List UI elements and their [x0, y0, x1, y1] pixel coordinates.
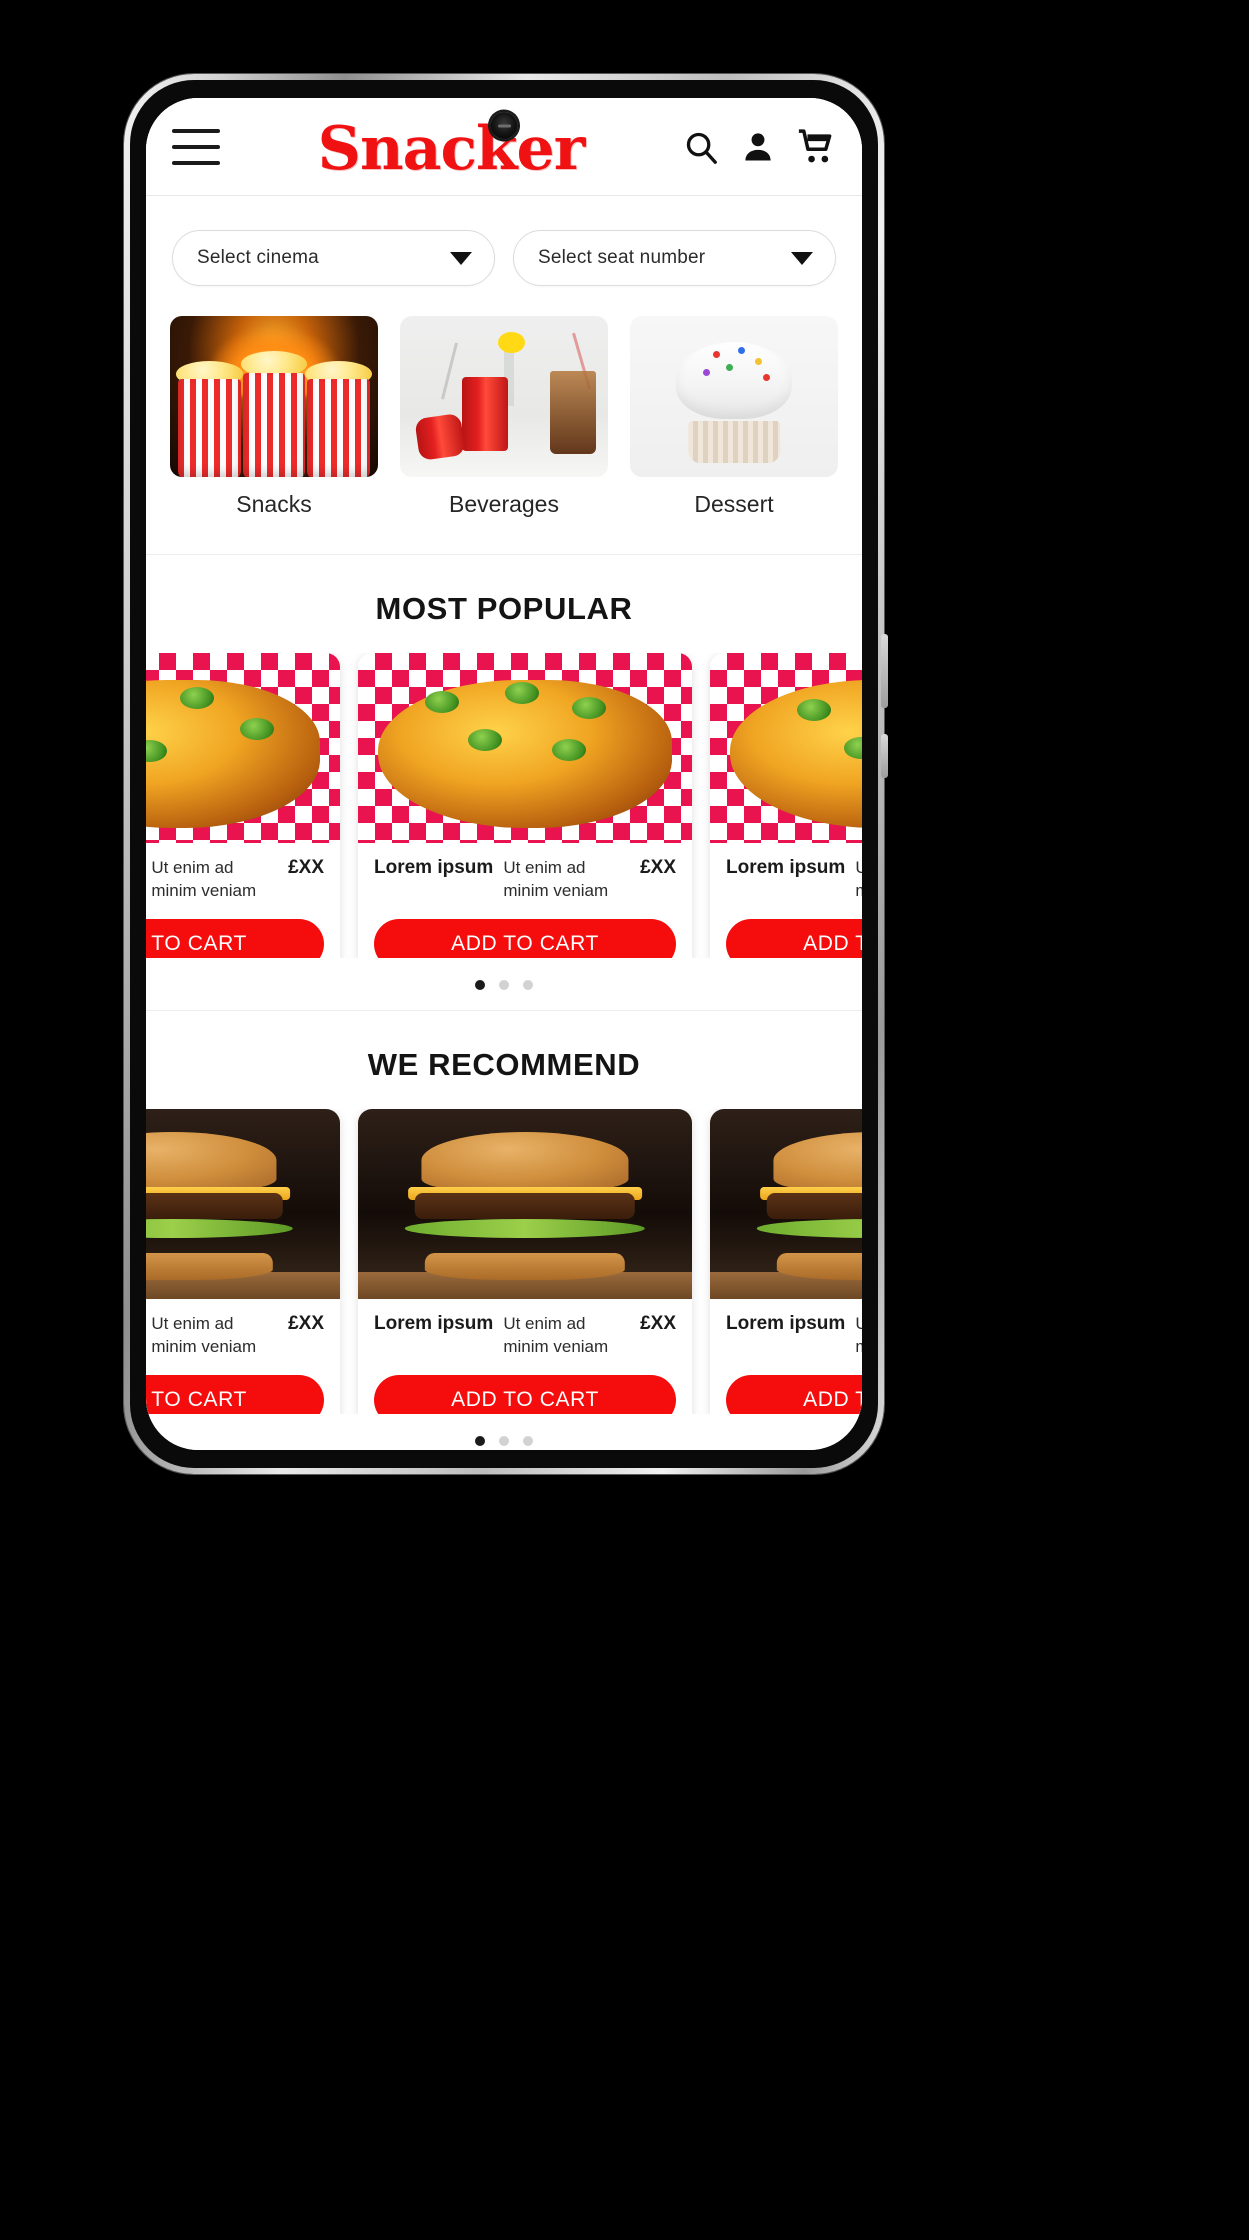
beverages-image	[400, 316, 608, 477]
pagination-dot[interactable]	[523, 980, 533, 990]
cupcake-image	[630, 316, 838, 477]
phone-frame: Snacker Select cinema Select seat number…	[124, 74, 888, 1474]
nachos-image	[710, 653, 862, 843]
chevron-down-icon	[791, 251, 813, 265]
product-description: Ut enim ad minim veniam	[151, 858, 257, 900]
product-card[interactable]: Lorem ipsum Ut enim ad minim veniam £XX …	[710, 1109, 862, 1414]
filter-row: Select cinema Select seat number	[146, 196, 862, 316]
phone-screen: Snacker Select cinema Select seat number…	[146, 98, 862, 1450]
front-camera-icon	[490, 112, 518, 139]
pagination-dot[interactable]	[499, 980, 509, 990]
carousel-pagination	[146, 1414, 862, 1450]
burger-image	[358, 1109, 692, 1299]
brand-logo[interactable]: Snacker	[220, 119, 682, 179]
hamburger-menu-icon[interactable]	[172, 128, 220, 165]
burger-image	[146, 1109, 340, 1299]
product-description: Ut enim ad minim veniam	[855, 858, 862, 900]
phone-bezel: Snacker Select cinema Select seat number…	[130, 80, 878, 1468]
pagination-dot[interactable]	[523, 1436, 533, 1446]
select-seat-number-dropdown[interactable]: Select seat number	[513, 230, 836, 286]
product-card-body: Lorem ipsum Ut enim ad minim veniam £XX	[146, 1299, 340, 1359]
person-icon[interactable]	[740, 129, 776, 165]
product-card[interactable]: Lorem ipsum Ut enim ad minim veniam £XX …	[146, 1109, 340, 1414]
phone-power-button[interactable]	[881, 734, 888, 778]
product-card[interactable]: Lorem ipsum Ut enim ad minim veniam £XX …	[358, 653, 692, 958]
search-icon[interactable]	[682, 128, 720, 166]
category-row: Snacks Beverages Dessert	[146, 316, 862, 554]
phone-volume-button[interactable]	[881, 634, 888, 708]
chevron-down-icon	[450, 251, 472, 265]
product-price: £XX	[288, 857, 324, 878]
snacker-app: Snacker Select cinema Select seat number…	[146, 98, 862, 1450]
carousel-track: Lorem ipsum Ut enim ad minim veniam £XX …	[146, 653, 862, 958]
select-cinema-label: Select cinema	[197, 247, 319, 268]
category-beverages[interactable]: Beverages	[400, 316, 608, 544]
carousel-track: Lorem ipsum Ut enim ad minim veniam £XX …	[146, 1109, 862, 1414]
product-card[interactable]: Lorem ipsum Ut enim ad minim veniam £XX …	[710, 653, 862, 958]
category-dessert[interactable]: Dessert	[630, 316, 838, 544]
pagination-dot[interactable]	[499, 1436, 509, 1446]
burger-image	[710, 1109, 862, 1299]
product-name: Lorem ipsum	[374, 1313, 494, 1334]
add-to-cart-button[interactable]: ADD TO CART	[146, 918, 324, 958]
product-description: Ut enim ad minim veniam	[151, 1314, 257, 1356]
product-description: Ut enim ad minim veniam	[855, 1314, 862, 1356]
category-label: Snacks	[236, 491, 312, 517]
add-to-cart-button[interactable]: ADD TO CART	[146, 1374, 324, 1414]
section-title: WE RECOMMEND	[367, 1047, 641, 1082]
add-to-cart-button[interactable]: ADD TO CART	[374, 1374, 676, 1414]
product-description: Ut enim ad minim veniam	[503, 858, 609, 900]
product-carousel[interactable]: Lorem ipsum Ut enim ad minim veniam £XX …	[146, 1109, 862, 1414]
product-card[interactable]: Lorem ipsum Ut enim ad minim veniam £XX …	[358, 1109, 692, 1414]
product-name: Lorem ipsum	[374, 857, 494, 878]
product-carousel[interactable]: Lorem ipsum Ut enim ad minim veniam £XX …	[146, 653, 862, 958]
section-title: MOST POPULAR	[375, 591, 633, 626]
popcorn-image	[170, 316, 378, 477]
product-price: £XX	[288, 1313, 324, 1334]
pagination-dot[interactable]	[475, 980, 485, 990]
nachos-image	[358, 653, 692, 843]
add-to-cart-button[interactable]: ADD TO CART	[726, 918, 862, 958]
product-name: Lorem ipsum	[726, 857, 846, 878]
product-name: Lorem ipsum	[726, 1313, 846, 1334]
nachos-image	[146, 653, 340, 843]
product-description: Ut enim ad minim veniam	[503, 1314, 609, 1356]
product-card-body: Lorem ipsum Ut enim ad minim veniam £XX	[710, 1299, 862, 1359]
product-price: £XX	[640, 857, 676, 878]
category-label: Dessert	[694, 491, 774, 517]
section-most-popular: MOST POPULAR Ut enim ad minim veniam £XX…	[146, 555, 862, 1010]
add-to-cart-button[interactable]: ADD TO CART	[374, 918, 676, 958]
section-we-recommend: WE RECOMMEND L	[146, 1011, 862, 1450]
pagination-dot[interactable]	[475, 1436, 485, 1446]
add-to-cart-button[interactable]: ADD TO CART	[726, 1374, 862, 1414]
product-card[interactable]: Lorem ipsum Ut enim ad minim veniam £XX …	[146, 653, 340, 958]
product-price: £XX	[640, 1313, 676, 1334]
carousel-pagination	[146, 958, 862, 1010]
category-snacks[interactable]: Snacks	[170, 316, 378, 544]
product-card-body: Lorem ipsum Ut enim ad minim veniam £XX	[358, 1299, 692, 1359]
product-card-body: Lorem ipsum Ut enim ad minim veniam £XX	[710, 843, 862, 903]
select-seat-number-label: Select seat number	[538, 247, 706, 268]
product-card-body: Lorem ipsum Ut enim ad minim veniam £XX	[146, 843, 340, 903]
shopping-cart-icon[interactable]	[796, 128, 836, 166]
header-actions	[682, 128, 836, 166]
category-label: Beverages	[449, 491, 559, 517]
product-card-body: Lorem ipsum Ut enim ad minim veniam £XX	[358, 843, 692, 903]
select-cinema-dropdown[interactable]: Select cinema	[172, 230, 495, 286]
screenshot-stage: Snacker Select cinema Select seat number…	[0, 0, 1249, 2240]
